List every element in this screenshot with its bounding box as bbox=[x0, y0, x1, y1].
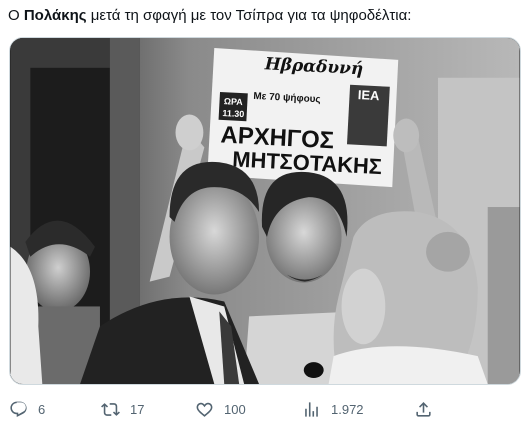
reply-count: 6 bbox=[38, 401, 46, 417]
views-icon bbox=[302, 400, 321, 419]
photo-image: Ηβραδυνή ΩΡΑ 11.30 Με 70 ψήφους ΙΕΑ ΑΡΧΗ… bbox=[10, 38, 520, 384]
reply-icon bbox=[9, 400, 28, 419]
like-button[interactable]: 100 bbox=[195, 393, 246, 425]
heart-icon bbox=[195, 400, 214, 419]
share-icon bbox=[414, 400, 433, 419]
tweet-text: Ο Πολάκης μετά τη σφαγή με τον Τσίπρα γι… bbox=[8, 6, 523, 26]
views-button[interactable]: 1.972 bbox=[302, 393, 364, 425]
share-button[interactable] bbox=[414, 393, 433, 425]
tweet-photo[interactable]: Ηβραδυνή ΩΡΑ 11.30 Με 70 ψήφους ΙΕΑ ΑΡΧΗ… bbox=[9, 37, 521, 385]
retweet-button[interactable]: 17 bbox=[101, 393, 144, 425]
newspaper-time: 11.30 bbox=[222, 108, 244, 119]
tweet-text-prefix: Ο bbox=[8, 7, 24, 24]
newspaper: Ηβραδυνή ΩΡΑ 11.30 Με 70 ψήφους ΙΕΑ ΑΡΧΗ… bbox=[207, 47, 399, 188]
tweet-actions: 6 17 100 1.972 bbox=[0, 393, 529, 425]
reply-button[interactable]: 6 bbox=[9, 393, 45, 425]
retweet-count: 17 bbox=[130, 401, 145, 417]
tweet-text-suffix: μετά τη σφαγή με τον Τσίπρα για τα ψηφοδ… bbox=[86, 7, 412, 24]
newspaper-corner: ΙΕΑ bbox=[358, 87, 380, 103]
newspaper-time-label: ΩΡΑ bbox=[224, 96, 244, 107]
like-count: 100 bbox=[224, 401, 246, 417]
tweet-text-mention: Πολάκης bbox=[23, 7, 87, 24]
retweet-icon bbox=[101, 400, 120, 419]
views-count: 1.972 bbox=[331, 401, 364, 417]
